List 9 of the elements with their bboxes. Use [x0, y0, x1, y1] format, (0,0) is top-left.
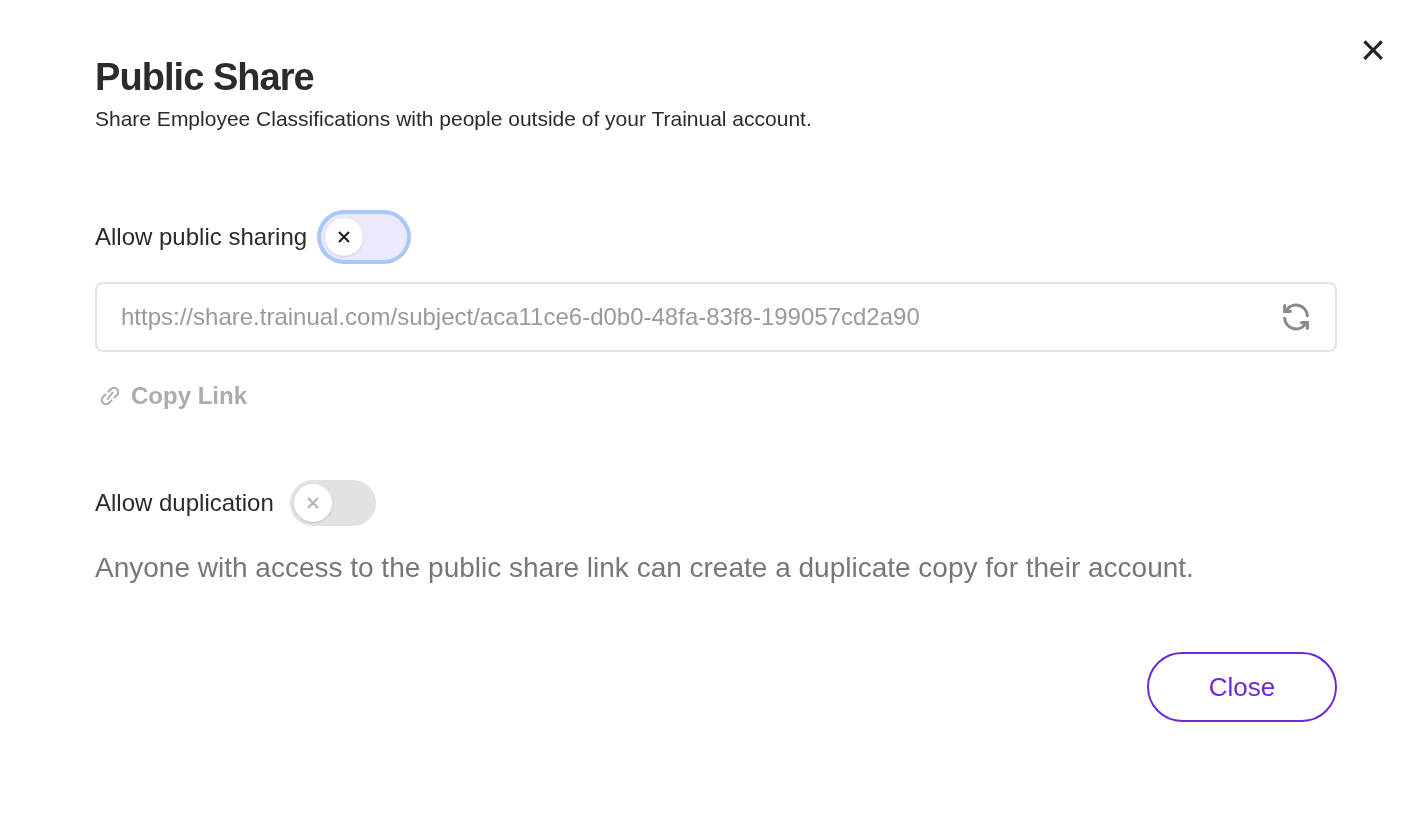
close-button[interactable]: Close — [1147, 652, 1337, 722]
description-text: Anyone with access to the public share link can create a duplicate copy for their account. — [95, 551, 1195, 585]
x-icon — [305, 496, 320, 510]
link-text: https://share.trainual.com/subject/aca11ce6-d0b0-48fa-83f8-199057cd2a90 — [121, 302, 921, 332]
dialog-subtitle: Share Employee Classifications with people outside of your Trainual account. — [95, 106, 813, 132]
toggle-label: Allow public sharing — [95, 222, 308, 252]
dialog-title: Public Share — [95, 55, 315, 100]
toggle-label: Allow duplication — [95, 488, 274, 518]
x-icon — [337, 230, 352, 244]
